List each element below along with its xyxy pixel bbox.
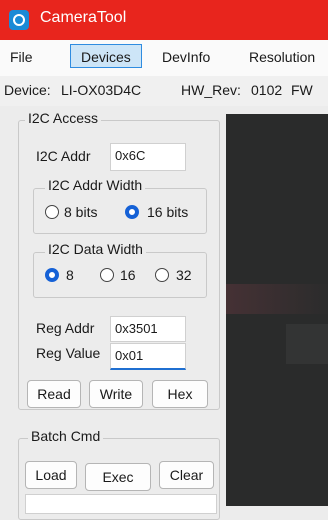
reg-addr-input[interactable]: 0x3501: [110, 316, 186, 342]
preview-highlight: [226, 284, 328, 314]
menu-resolution[interactable]: Resolution: [249, 49, 315, 65]
addr-width-16bits-label: 16 bits: [147, 204, 189, 220]
data-width-title: I2C Data Width: [45, 241, 146, 257]
addr-width-8bits-radio[interactable]: [45, 205, 59, 219]
device-label: Device:: [4, 82, 51, 98]
reg-addr-label: Reg Addr: [36, 320, 95, 336]
hex-button[interactable]: Hex: [152, 380, 208, 408]
data-width-8-label: 8: [66, 267, 74, 283]
menu-bar: File Devices DevInfo Resolution: [0, 40, 328, 76]
addr-width-16bits-radio[interactable]: [125, 205, 139, 219]
reg-value-input[interactable]: 0x01: [110, 343, 186, 370]
camera-app-icon: [9, 10, 29, 30]
data-width-16-label: 16: [120, 267, 136, 283]
hw-rev-label: HW_Rev:: [181, 82, 241, 98]
camera-preview[interactable]: [226, 114, 328, 506]
menu-file[interactable]: File: [10, 49, 33, 65]
data-width-32-radio[interactable]: [155, 268, 169, 282]
fw-label: FW: [291, 82, 313, 98]
title-bar: CameraTool: [0, 0, 328, 40]
i2c-addr-input[interactable]: 0x6C: [110, 143, 186, 171]
i2c-addr-label: I2C Addr: [36, 148, 91, 164]
addr-width-8bits-label: 8 bits: [64, 204, 98, 220]
exec-button[interactable]: Exec: [85, 463, 151, 491]
preview-shade: [286, 324, 328, 364]
load-button[interactable]: Load: [25, 461, 77, 489]
device-value: LI-OX03D4C: [61, 82, 142, 98]
clear-button[interactable]: Clear: [159, 461, 214, 489]
read-button[interactable]: Read: [27, 380, 81, 408]
data-width-8-radio[interactable]: [45, 268, 59, 282]
batch-cmd-title: Batch Cmd: [28, 428, 104, 444]
data-width-16-radio[interactable]: [100, 268, 114, 282]
device-info-line: Device: LI-OX03D4C HW_Rev: 0102 FW: [0, 76, 328, 106]
hw-rev-value: 0102: [251, 82, 283, 98]
addr-width-title: I2C Addr Width: [45, 177, 146, 193]
menu-devinfo[interactable]: DevInfo: [162, 49, 210, 65]
i2c-access-title: I2C Access: [25, 110, 102, 126]
window-title: CameraTool: [40, 9, 127, 26]
data-width-32-label: 32: [176, 267, 192, 283]
batch-cmd-textbox[interactable]: [25, 494, 217, 514]
menu-devices[interactable]: Devices: [70, 44, 142, 68]
reg-value-label: Reg Value: [36, 345, 101, 361]
write-button[interactable]: Write: [89, 380, 143, 408]
